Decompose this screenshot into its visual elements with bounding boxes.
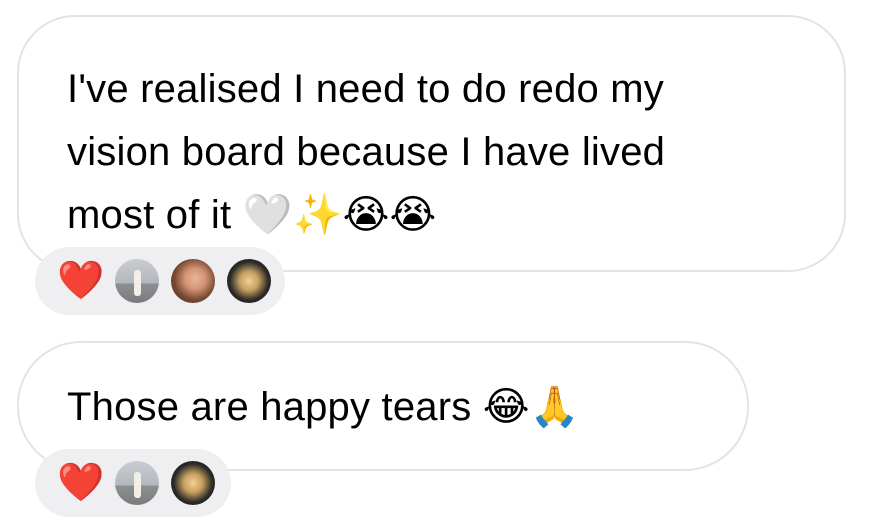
message-text: I've realised I need to do redo my visio… [67,67,666,237]
reactions-bar[interactable]: ❤️ [35,247,285,315]
reactor-avatar [171,461,215,505]
heart-reaction-icon: ❤️ [57,260,105,302]
reactor-avatar [115,461,159,505]
reactor-avatar [115,259,159,303]
reactions-bar[interactable]: ❤️ [35,449,231,517]
heart-reaction-icon: ❤️ [57,462,105,504]
reactor-avatar [171,259,215,303]
message-text: Those are happy tears 😂🙏 [67,385,580,429]
reactor-avatar [227,259,271,303]
message-bubble[interactable]: I've realised I need to do redo my visio… [17,15,846,272]
